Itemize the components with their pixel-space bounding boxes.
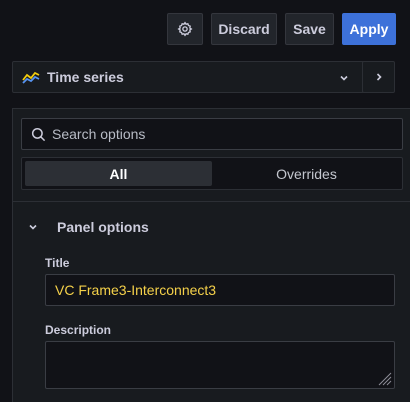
gear-icon (177, 21, 193, 37)
tab-all-label: All (109, 165, 128, 182)
search-icon (31, 127, 46, 141)
title-input[interactable] (45, 274, 395, 306)
options-tabs: All Overrides (21, 157, 403, 190)
chevron-right-icon (376, 73, 382, 81)
tab-overrides[interactable]: Overrides (213, 161, 400, 186)
section-title: Panel options (57, 219, 149, 235)
title-label: Title (45, 256, 70, 270)
section-divider (12, 201, 410, 202)
collapse-options-button[interactable] (362, 61, 395, 93)
save-label: Save (293, 21, 326, 37)
description-textarea[interactable] (45, 341, 395, 389)
discard-button[interactable]: Discard (211, 13, 277, 45)
tab-overrides-label: Overrides (276, 165, 337, 182)
search-options-field[interactable] (21, 118, 403, 150)
search-input[interactable] (52, 126, 382, 142)
chevron-down-icon (29, 224, 37, 230)
time-series-icon (22, 71, 40, 84)
apply-label: Apply (349, 21, 389, 37)
visualization-picker[interactable]: Time series (12, 61, 365, 93)
save-button[interactable]: Save (285, 13, 334, 45)
description-label: Description (45, 323, 112, 337)
panel-options-section-header[interactable]: Panel options (24, 214, 396, 240)
resize-handle-icon[interactable] (376, 370, 392, 386)
visualization-name: Time series (47, 69, 124, 85)
discard-label: Discard (218, 21, 270, 37)
settings-button[interactable] (167, 13, 203, 45)
apply-button[interactable]: Apply (342, 13, 396, 45)
chevron-down-icon (340, 75, 348, 81)
tab-all[interactable]: All (25, 161, 212, 186)
panel-editor-options: Discard Save Apply Time series All (0, 0, 410, 402)
